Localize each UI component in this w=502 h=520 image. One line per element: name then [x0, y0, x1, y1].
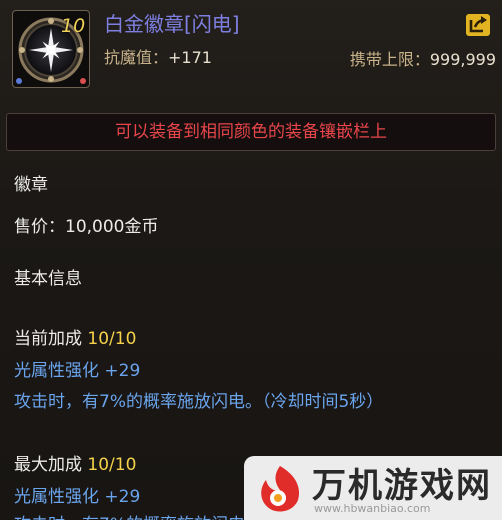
- item-category: 徽章: [14, 175, 48, 195]
- max-bonus-line: 最大加成 10/10: [14, 450, 136, 475]
- item-icon-frame: 10: [12, 10, 90, 88]
- watermark: 万机游戏网 www.hbwanbiao.com: [244, 456, 502, 520]
- watermark-logo-icon: [261, 466, 300, 512]
- item-level: 10: [61, 15, 86, 37]
- price-line: 售价：10,000金币: [14, 212, 158, 237]
- current-bonus-effect: 攻击时，有7%的概率施放闪电。（冷却时间5秒）: [14, 392, 384, 412]
- max-bonus-effect: 攻击时，有7%的概率施放闪电: [14, 510, 245, 520]
- item-header: 10 白金徽章[闪电] 抗魔值：+171 携带上限：999,999: [0, 0, 502, 100]
- notice-bar: 可以装备到相同颜色的装备镶嵌栏上: [6, 113, 496, 151]
- section-title: 基本信息: [14, 269, 82, 289]
- item-name: 白金徽章[闪电]: [104, 12, 240, 36]
- price-value: 10,000金币: [65, 217, 159, 237]
- current-bonus-line: 当前加成 10/10: [14, 324, 136, 349]
- current-bonus-label: 当前加成: [14, 329, 82, 349]
- current-bonus-stat: 光属性强化 +29: [14, 361, 141, 381]
- carry-limit-label: 携带上限：: [349, 50, 430, 69]
- watermark-url: www.hbwanbiao.com: [314, 502, 431, 515]
- current-bonus-value: 10/10: [87, 329, 137, 349]
- stat-value: +171: [168, 48, 212, 67]
- carry-limit: 携带上限：999,999: [350, 46, 496, 70]
- item-tooltip: 10 白金徽章[闪电] 抗魔值：+171 携带上限：999,999 可以装备到相…: [0, 0, 502, 520]
- share-button[interactable]: [466, 14, 490, 36]
- item-stat: 抗魔值：+171: [104, 44, 212, 68]
- share-arrow-icon: [469, 16, 487, 33]
- price-label: 售价：: [14, 217, 65, 237]
- carry-limit-value: 999,999: [429, 50, 496, 69]
- stat-label: 抗魔值：: [104, 48, 169, 67]
- max-bonus-stat: 光属性强化 +29: [14, 487, 141, 507]
- max-bonus-label: 最大加成: [14, 455, 82, 475]
- max-bonus-value: 10/10: [87, 455, 137, 475]
- watermark-title: 万机游戏网: [312, 466, 492, 506]
- notice-text: 可以装备到相同颜色的装备镶嵌栏上: [115, 122, 387, 142]
